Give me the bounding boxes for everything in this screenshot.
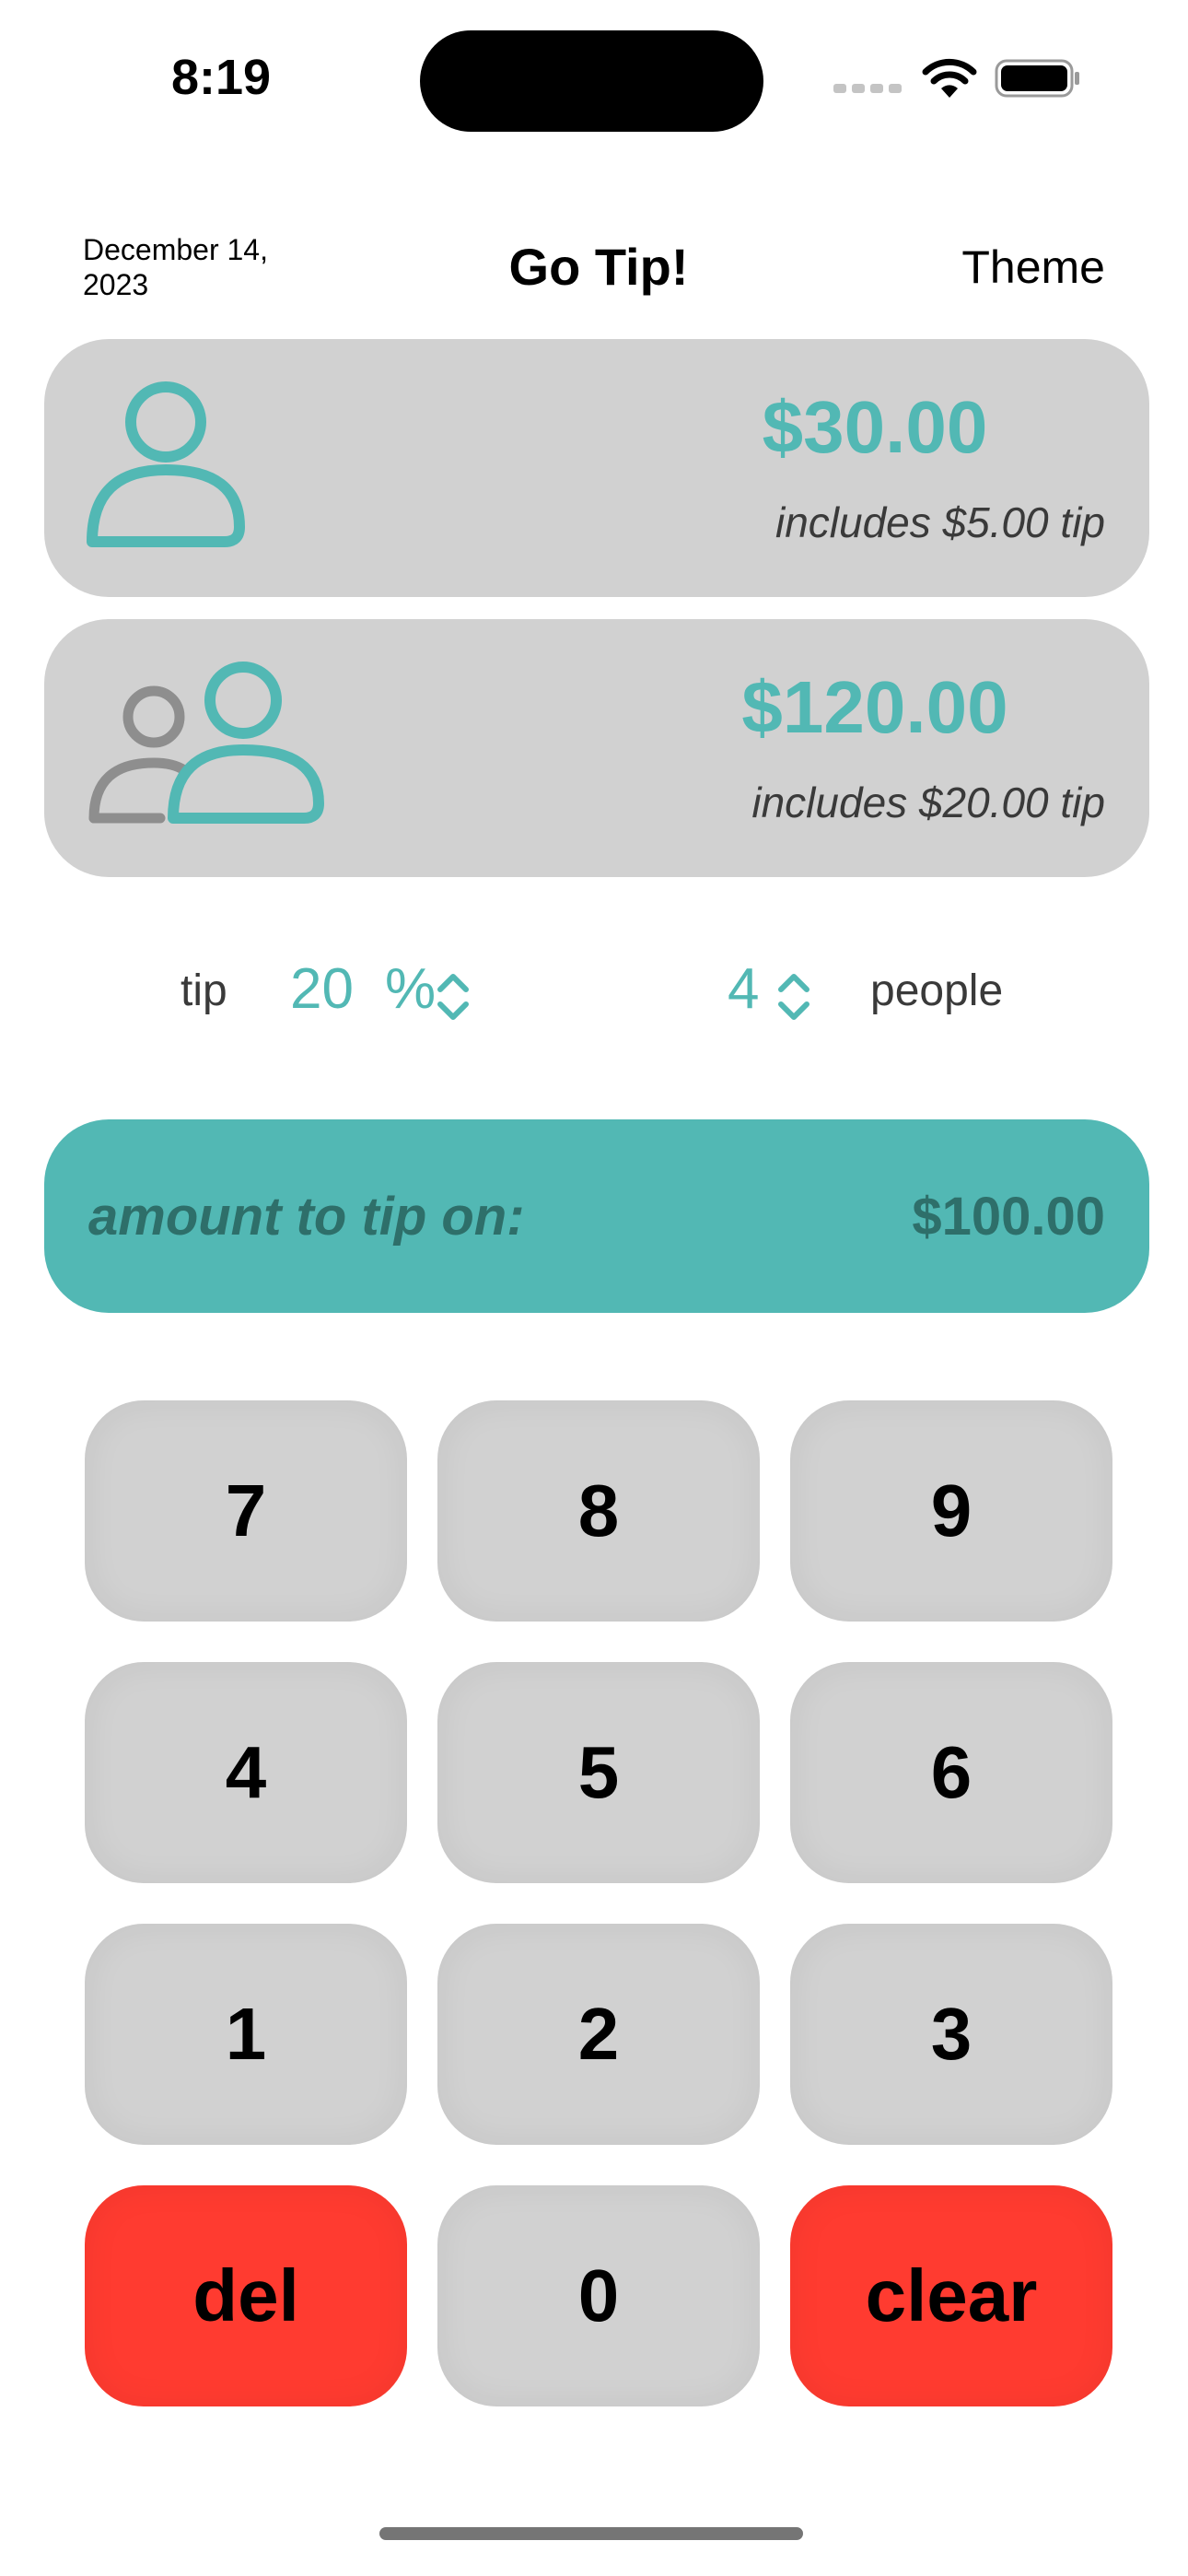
tip-label: tip <box>181 966 227 1015</box>
status-time: 8:19 <box>170 50 272 105</box>
battery-icon <box>995 59 1079 98</box>
total-tip-note: includes $20.00 tip <box>751 779 1105 826</box>
signal-icon <box>833 84 902 93</box>
delete-button[interactable]: del <box>85 2185 407 2406</box>
person-icon <box>85 380 250 556</box>
header-date: December 14, 2023 <box>83 233 268 301</box>
amount-to-tip-value: $100.00 <box>912 1187 1105 1247</box>
app-title: Go Tip! <box>508 238 689 296</box>
key-1[interactable]: 1 <box>85 1924 407 2145</box>
wifi-icon <box>922 58 977 98</box>
tip-stepper-icon[interactable] <box>433 967 473 1031</box>
key-9[interactable]: 9 <box>790 1400 1112 1622</box>
key-3[interactable]: 3 <box>790 1924 1112 2145</box>
dynamic-island <box>420 30 763 132</box>
theme-button[interactable]: Theme <box>961 238 1105 297</box>
total-amount: $120.00 <box>741 666 1008 748</box>
key-2[interactable]: 2 <box>437 1924 760 2145</box>
controls-row: tip 20 % 4 people <box>0 949 1188 1041</box>
people-count-value[interactable]: 4 <box>728 956 759 1022</box>
tip-calculator-screen: 8:19 December 14, 2023 Go Tip! Theme $30… <box>0 0 1188 2576</box>
key-4[interactable]: 4 <box>85 1662 407 1883</box>
amount-to-tip-label: amount to tip on: <box>88 1187 525 1247</box>
status-icons <box>833 53 1082 103</box>
key-6[interactable]: 6 <box>790 1662 1112 1883</box>
amount-to-tip-bar: amount to tip on: $100.00 <box>44 1119 1149 1313</box>
people-stepper-icon[interactable] <box>774 967 814 1031</box>
total-card: $120.00 includes $20.00 tip <box>44 619 1149 877</box>
key-8[interactable]: 8 <box>437 1400 760 1622</box>
people-label: people <box>870 966 1004 1015</box>
key-7[interactable]: 7 <box>85 1400 407 1622</box>
tip-percent-value[interactable]: 20 <box>290 956 354 1022</box>
home-indicator[interactable] <box>379 2527 803 2540</box>
per-person-card: $30.00 includes $5.00 tip <box>44 339 1149 597</box>
per-person-amount: $30.00 <box>762 386 988 468</box>
tip-percent-unit: % <box>385 957 437 1021</box>
per-person-tip-note: includes $5.00 tip <box>775 498 1105 546</box>
key-5[interactable]: 5 <box>437 1662 760 1883</box>
key-0[interactable]: 0 <box>437 2185 760 2406</box>
two-people-icon <box>85 662 333 841</box>
clear-button[interactable]: clear <box>790 2185 1112 2406</box>
